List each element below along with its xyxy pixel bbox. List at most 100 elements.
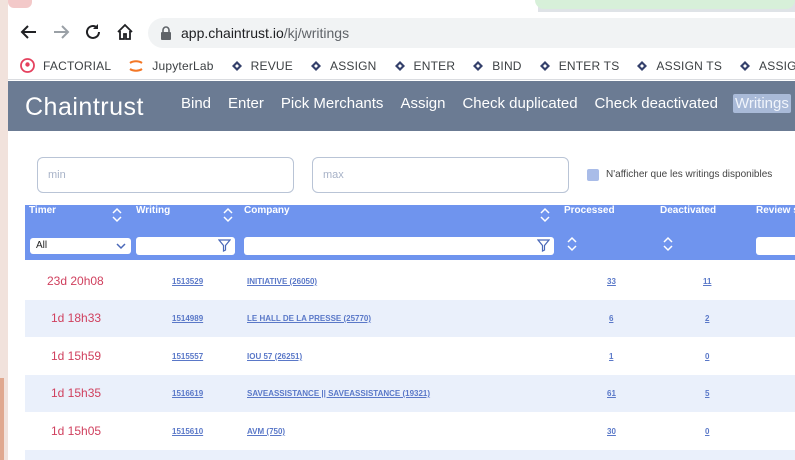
table-row: 1d 15h59 1515557 IOU 57 (26251) 1 0: [25, 338, 795, 375]
app-logo[interactable]: Chaintrust: [25, 93, 144, 122]
app-header: Chaintrust Bind Enter Pick Merchants Ass…: [8, 81, 795, 131]
company-link[interactable]: SAVEASSISTANCE || SAVEASSISTANCE (19321): [247, 389, 430, 398]
tab-favicon-area: [8, 0, 32, 8]
bookmark-enter[interactable]: ENTER: [394, 59, 456, 73]
table-header: Timer Writing Company Processed Deactiva…: [25, 205, 795, 260]
window-edge: [0, 0, 8, 460]
timer-cell: 1d 18h33: [51, 311, 102, 325]
writing-link[interactable]: 1515557: [172, 352, 203, 361]
header-timer: Timer: [29, 205, 57, 216]
writing-link[interactable]: 1516619: [172, 389, 203, 398]
table-row: 1d 15h05 1515610 AVM (750) 30 0: [25, 413, 795, 450]
writing-filter-input[interactable]: [136, 237, 235, 255]
deactivated-link[interactable]: 2: [705, 314, 709, 323]
deactivated-link[interactable]: 5: [705, 389, 709, 398]
processed-link[interactable]: 30: [607, 427, 616, 436]
writing-link[interactable]: 1514989: [172, 314, 203, 323]
bookmark-assign-doc[interactable]: ASSIGN DOC: [739, 59, 795, 73]
company-filter-input[interactable]: [244, 237, 554, 255]
back-button[interactable]: [17, 20, 41, 44]
diamond-icon: [472, 60, 484, 72]
deactivated-link[interactable]: 0: [705, 427, 709, 436]
diamond-icon: [539, 60, 551, 72]
jupyter-icon: [128, 58, 144, 74]
bookmark-jupyterlab[interactable]: JupyterLab: [128, 58, 213, 74]
window-edge-mark: [0, 378, 4, 460]
browser-toolbar: app.chaintrust.io/kj/writings: [8, 12, 795, 52]
bookmark-label: ASSIGN: [329, 58, 377, 73]
header-company: Company: [244, 205, 290, 216]
bookmark-label: FACTORIAL: [43, 58, 112, 73]
active-tab[interactable]: [8, 0, 538, 12]
bookmark-assign[interactable]: ASSIGN: [310, 59, 377, 73]
writing-link[interactable]: 1515610: [172, 427, 203, 436]
menu-item-enter[interactable]: Enter: [226, 94, 266, 113]
writing-link[interactable]: 1513529: [172, 277, 203, 286]
filter-icon[interactable]: [536, 239, 551, 257]
home-button[interactable]: [113, 20, 137, 44]
sort-icon[interactable]: [566, 236, 578, 252]
menu-item-bind[interactable]: Bind: [179, 94, 213, 113]
processed-link[interactable]: 6: [609, 314, 613, 323]
available-only-checkbox[interactable]: [587, 169, 599, 181]
deactivated-link[interactable]: 11: [703, 277, 711, 286]
sort-icon[interactable]: [111, 207, 123, 223]
inactive-tab[interactable]: [535, 0, 795, 9]
bookmark-label: ENTER: [413, 58, 456, 73]
timer-cell: 1d 15h35: [51, 386, 102, 400]
bookmark-label: BIND: [492, 58, 522, 73]
bookmark-factorial[interactable]: FACTORIAL: [20, 58, 111, 73]
available-only-label: N'afficher que les writings disponibles: [606, 169, 773, 180]
company-link[interactable]: LE HALL DE LA PRESSE (25770): [247, 314, 371, 323]
url-host: app.chaintrust.io: [181, 25, 284, 41]
factorial-icon: [20, 58, 35, 73]
address-bar[interactable]: app.chaintrust.io/kj/writings: [148, 18, 795, 48]
bookmark-label: REVUE: [250, 58, 293, 73]
timer-cell: 1d 15h59: [51, 349, 102, 363]
timer-select[interactable]: All: [30, 238, 131, 254]
tab-strip: [0, 0, 795, 12]
back-arrow-icon: [20, 25, 36, 39]
table-row: [25, 450, 795, 460]
bookmark-bind[interactable]: BIND: [472, 59, 521, 73]
processed-link[interactable]: 1: [609, 352, 613, 361]
min-input[interactable]: [37, 157, 294, 193]
forward-button[interactable]: [49, 20, 73, 44]
reload-icon: [86, 24, 100, 39]
forward-arrow-icon: [54, 25, 70, 39]
lock-icon: [160, 26, 172, 45]
timer-select-value: All: [36, 240, 48, 251]
url-path: /kj/writings: [283, 25, 350, 41]
company-link[interactable]: INITIATIVE (26050): [247, 277, 317, 286]
processed-link[interactable]: 33: [607, 277, 616, 286]
company-link[interactable]: AVM (750): [247, 427, 285, 436]
diamond-icon: [394, 60, 406, 72]
processed-link[interactable]: 61: [607, 389, 616, 398]
bookmark-assign-ts[interactable]: ASSIGN TS: [636, 59, 722, 73]
bookmark-label: JupyterLab: [152, 58, 214, 73]
menu-item-pick-merchants[interactable]: Pick Merchants: [279, 94, 386, 113]
header-review: Review s: [756, 205, 795, 216]
menu-item-check-deactivated[interactable]: Check deactivated: [593, 94, 720, 113]
company-link[interactable]: IOU 57 (26251): [247, 352, 302, 361]
timer-cell: 1d 15h05: [51, 424, 102, 438]
timer-cell: 23d 20h08: [47, 274, 104, 288]
max-input[interactable]: [312, 157, 569, 193]
bookmark-enter-ts[interactable]: ENTER TS: [539, 59, 620, 73]
menu-item-writings[interactable]: Writings: [732, 94, 791, 113]
deactivated-link[interactable]: 0: [705, 352, 709, 361]
diamond-icon: [739, 60, 751, 72]
sort-icon[interactable]: [222, 207, 234, 223]
home-icon: [117, 23, 133, 40]
diamond-icon: [636, 60, 648, 72]
sort-icon[interactable]: [662, 236, 674, 252]
menu-item-assign[interactable]: Assign: [398, 94, 447, 113]
bookmark-revue[interactable]: REVUE: [231, 59, 293, 73]
bookmark-label: ASSIGN DOC: [759, 58, 795, 73]
filter-icon[interactable]: [217, 239, 232, 257]
review-filter-input[interactable]: [756, 237, 795, 255]
reload-button[interactable]: [81, 20, 105, 44]
diamond-icon: [231, 60, 243, 72]
sort-icon[interactable]: [539, 207, 551, 223]
menu-item-check-duplicated[interactable]: Check duplicated: [460, 94, 579, 113]
